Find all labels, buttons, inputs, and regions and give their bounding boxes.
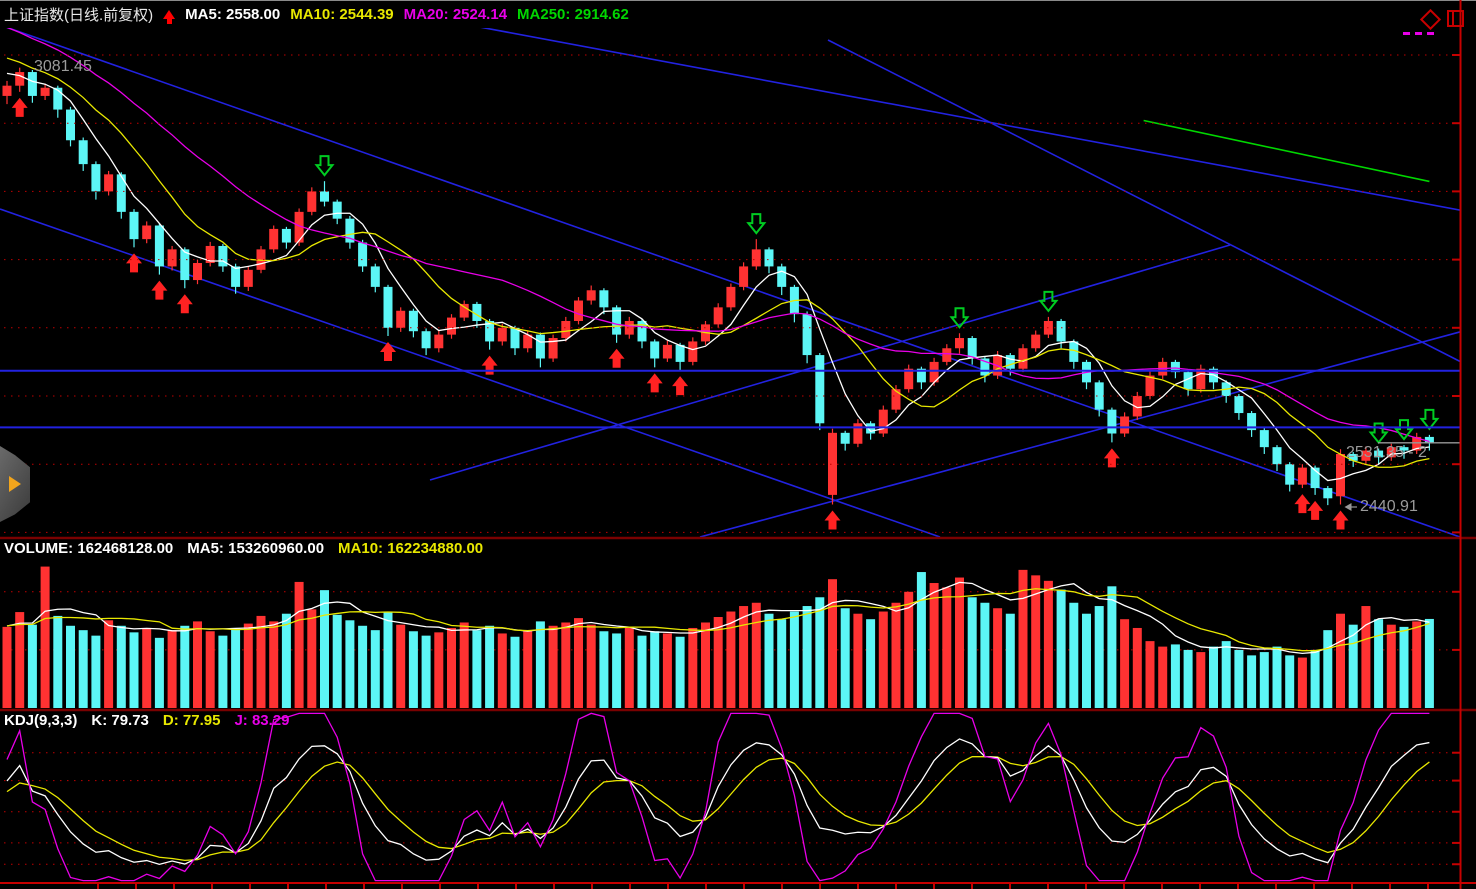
volume-ma10-readout: MA10: 162234880.00: [338, 540, 483, 557]
high-price-label: 3081.45: [34, 58, 92, 76]
chart-toolbar: [1386, 8, 1466, 40]
k-readout: K: 79.73: [91, 712, 149, 729]
ma5-readout: MA5: 2558.00: [185, 6, 280, 23]
more-options-icon[interactable]: [1403, 32, 1434, 35]
instrument-title[interactable]: 上证指数(日线.前复权): [4, 4, 153, 25]
kdj-name[interactable]: KDJ(9,3,3): [4, 712, 77, 729]
d-readout: D: 77.95: [163, 712, 221, 729]
main-chart-header: 上证指数(日线.前复权) MA5: 2558.00 MA10: 2544.39 …: [4, 4, 629, 25]
ma20-readout: MA20: 2524.14: [404, 6, 507, 23]
low-price-label: 2440.91: [1360, 498, 1418, 516]
buy-signal-icon: [163, 10, 175, 19]
chart-canvas[interactable]: [0, 0, 1476, 889]
j-readout: J: 83.29: [234, 712, 289, 729]
ma10-readout: MA10: 2544.39: [290, 6, 393, 23]
diamond-tool-icon[interactable]: [1420, 9, 1441, 30]
ma250-readout: MA250: 2914.62: [517, 6, 629, 23]
volume-readout: VOLUME: 162468128.00: [4, 540, 173, 557]
last-price-label: 2531.35 - 2: [1346, 444, 1427, 462]
split-window-icon[interactable]: [1447, 10, 1464, 27]
volume-pane-header: VOLUME: 162468128.00 MA5: 153260960.00 M…: [4, 540, 483, 557]
expand-arrow-icon: [9, 476, 21, 492]
volume-ma5-readout: MA5: 153260960.00: [187, 540, 324, 557]
stock-chart-app: 上证指数(日线.前复权) MA5: 2558.00 MA10: 2544.39 …: [0, 0, 1476, 889]
kdj-pane-header: KDJ(9,3,3) K: 79.73 D: 77.95 J: 83.29: [4, 712, 290, 729]
